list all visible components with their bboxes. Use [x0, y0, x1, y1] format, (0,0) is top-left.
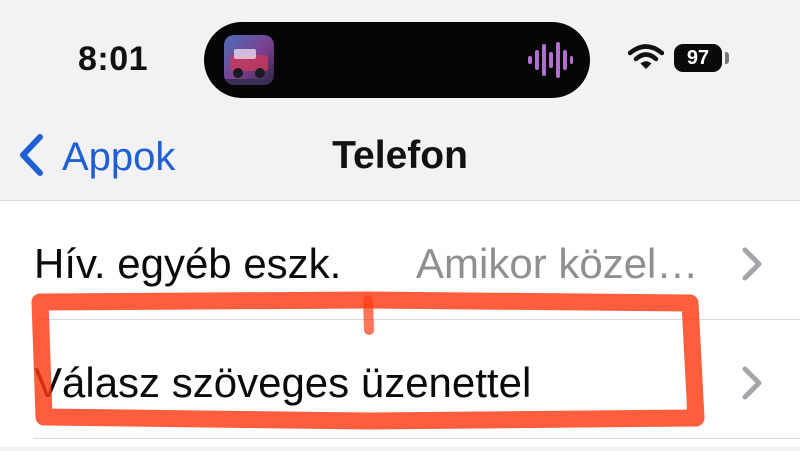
page-title: Telefon: [332, 134, 468, 177]
status-bar: 8:01 97: [0, 0, 800, 112]
row-separator: [34, 438, 800, 439]
chevron-right-icon: [740, 246, 764, 287]
navigation-bar: Appok Telefon: [0, 112, 800, 198]
settings-row-respond-with-text[interactable]: Válasz szöveges üzenettel: [0, 321, 800, 439]
settings-row-calls-on-other-devices[interactable]: Hív. egyéb eszk. Amikor közel…: [0, 202, 800, 320]
settings-list: Hív. egyéb eszk. Amikor közel… Válasz sz…: [0, 200, 800, 447]
dynamic-island[interactable]: [204, 22, 590, 98]
row-separator: [34, 319, 800, 320]
chevron-right-icon: [740, 365, 764, 406]
row-label: Hív. egyéb eszk.: [34, 240, 342, 287]
wifi-icon: [627, 44, 665, 77]
status-time: 8:01: [78, 40, 149, 78]
album-art-icon: [224, 35, 274, 85]
battery-tip: [725, 52, 729, 64]
row-value: Amikor közel…: [416, 240, 699, 287]
battery-indicator: 97: [674, 44, 722, 72]
audio-waveform-icon: [526, 40, 574, 85]
row-label: Válasz szöveges üzenettel: [34, 359, 532, 406]
